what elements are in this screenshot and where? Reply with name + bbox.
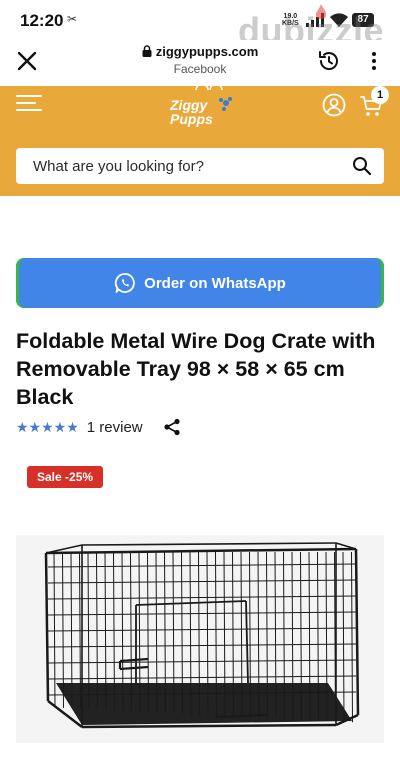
- logo-line1: Ziggy: [170, 97, 208, 113]
- product-title: Foldable Metal Wire Dog Crate with Remov…: [16, 329, 376, 409]
- cart-count-badge: 1: [371, 86, 389, 104]
- search-box: [16, 148, 384, 184]
- search-icon[interactable]: [352, 156, 372, 176]
- product-image[interactable]: [16, 535, 384, 743]
- history-icon[interactable]: [316, 48, 342, 74]
- rating-stars: ★★★★★: [16, 418, 79, 435]
- status-extra-icon: ✂: [67, 12, 78, 26]
- url-block[interactable]: ziggypupps.com Facebook: [100, 44, 300, 76]
- rating-row[interactable]: ★★★★★ 1 review: [16, 417, 143, 437]
- url-source: Facebook: [173, 62, 227, 76]
- close-icon[interactable]: [14, 48, 40, 74]
- status-time: 12:20: [20, 11, 64, 30]
- sale-badge: Sale -25%: [27, 466, 104, 488]
- whatsapp-icon: [115, 273, 135, 293]
- status-bar: 12:20 ✂ 19.0 KB/S 87 dubizzle: [0, 0, 400, 51]
- lock-icon: [142, 45, 152, 57]
- search-input[interactable]: [16, 148, 336, 184]
- url-text: ziggypupps.com: [155, 44, 259, 59]
- url-line: ziggypupps.com: [100, 44, 300, 59]
- site-header: Ziggy Pupps 1: [0, 86, 400, 196]
- review-count: 1 review: [86, 418, 143, 436]
- more-vertical-icon[interactable]: [364, 50, 384, 72]
- site-logo[interactable]: Ziggy Pupps: [166, 86, 236, 132]
- account-icon[interactable]: [322, 93, 346, 117]
- whatsapp-label: Order on WhatsApp: [144, 274, 286, 292]
- order-whatsapp-button[interactable]: Order on WhatsApp: [16, 258, 384, 308]
- logo-line2: Pupps: [170, 111, 213, 127]
- dog-crate-image: [44, 542, 360, 729]
- logo-text: Ziggy Pupps: [170, 98, 213, 126]
- share-icon[interactable]: [163, 418, 181, 436]
- browser-bar: ziggypupps.com Facebook: [0, 40, 400, 86]
- hamburger-menu-icon[interactable]: [16, 95, 42, 113]
